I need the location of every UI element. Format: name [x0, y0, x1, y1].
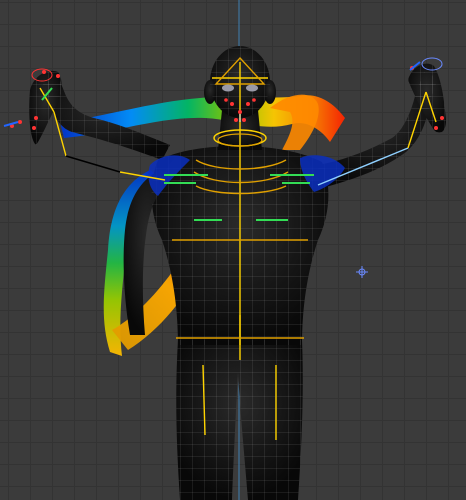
eye-left	[222, 84, 234, 92]
eye-right	[246, 84, 258, 92]
character-mesh[interactable]	[29, 46, 446, 500]
scene-canvas[interactable]	[0, 0, 466, 500]
3d-viewport[interactable]	[0, 0, 466, 500]
3d-cursor-icon[interactable]	[356, 266, 368, 278]
ik-chain-left	[65, 155, 121, 173]
